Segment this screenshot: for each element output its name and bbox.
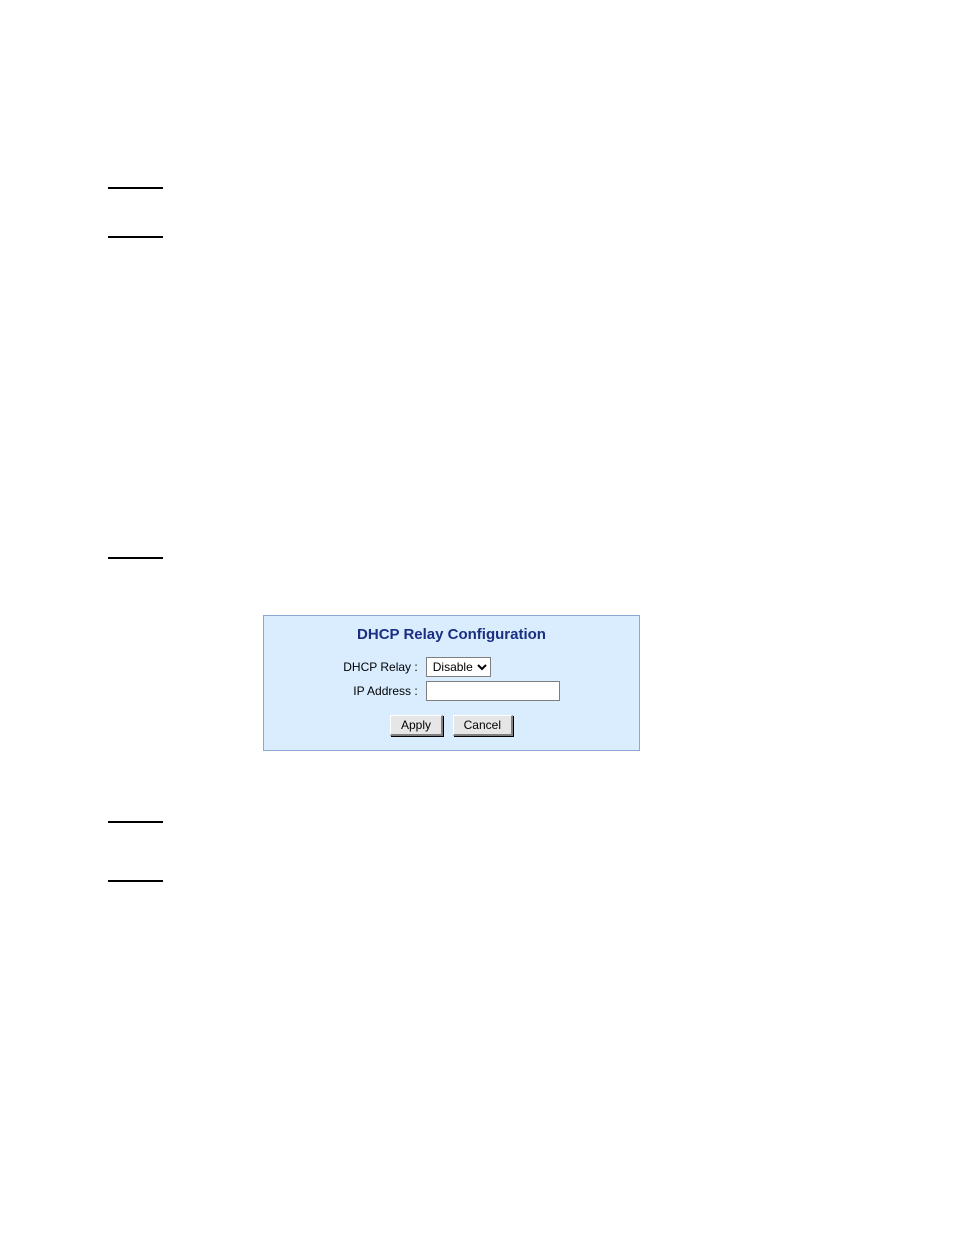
decorative-underline — [108, 821, 163, 823]
ip-address-label: IP Address — [353, 684, 411, 698]
dhcp-relay-config-panel: DHCP Relay Configuration DHCP Relay : Di… — [263, 615, 640, 751]
panel-title: DHCP Relay Configuration — [264, 626, 639, 643]
apply-button[interactable]: Apply — [390, 715, 443, 736]
dhcp-relay-select[interactable]: Disable — [426, 657, 491, 677]
ip-address-input[interactable] — [426, 681, 560, 701]
decorative-underline — [108, 236, 163, 238]
dhcp-relay-label: DHCP Relay — [343, 660, 411, 674]
decorative-underline — [108, 557, 163, 559]
button-row: Apply Cancel — [264, 715, 639, 736]
label-colon: : — [414, 684, 417, 698]
label-colon: : — [414, 660, 417, 674]
config-form: DHCP Relay : Disable IP Address : — [339, 655, 564, 703]
decorative-underline — [108, 880, 163, 882]
decorative-underline — [108, 187, 163, 189]
cancel-button[interactable]: Cancel — [453, 715, 513, 736]
